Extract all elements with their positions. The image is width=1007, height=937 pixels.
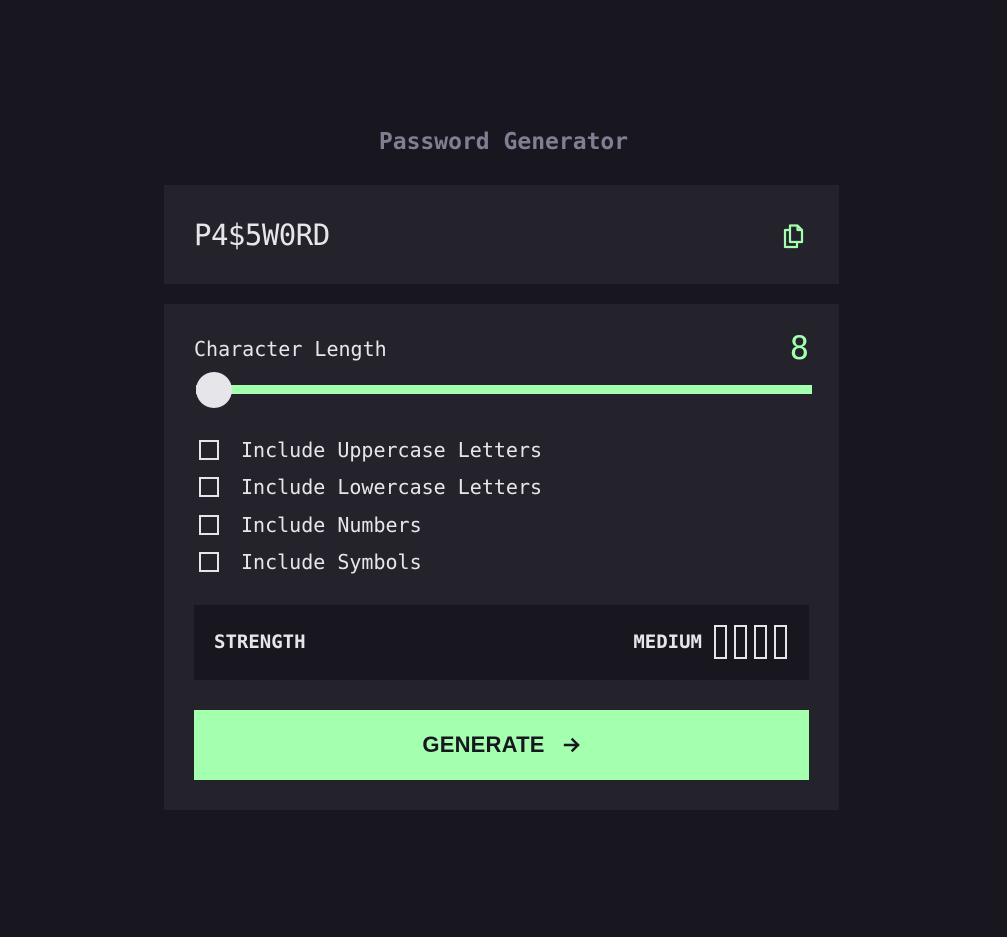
generate-button[interactable]: GENERATE <box>194 710 809 780</box>
copy-button[interactable] <box>779 218 811 252</box>
options-list: Include Uppercase Letters Include Lowerc… <box>199 431 542 581</box>
numbers-checkbox[interactable] <box>199 514 219 535</box>
character-length-value: 8 <box>789 329 809 367</box>
strength-meter: STRENGTH MEDIUM <box>194 605 809 680</box>
settings-panel: Character Length 8 Include Uppercase Let… <box>164 304 839 810</box>
option-label: Include Numbers <box>241 512 422 537</box>
slider-thumb[interactable] <box>196 372 232 408</box>
uppercase-checkbox[interactable] <box>199 439 219 460</box>
strength-bar <box>714 625 727 659</box>
option-symbols[interactable]: Include Symbols <box>199 544 542 582</box>
generate-label: GENERATE <box>422 732 545 757</box>
option-uppercase[interactable]: Include Uppercase Letters <box>199 431 542 469</box>
strength-bar <box>774 625 787 659</box>
page: Password Generator P4$5W0RD Character Le… <box>0 0 1007 937</box>
copy-icon <box>783 224 803 249</box>
app-title: Password Generator <box>378 129 629 155</box>
lowercase-checkbox[interactable] <box>199 477 219 498</box>
strength-bars <box>714 625 787 659</box>
symbols-checkbox[interactable] <box>199 552 219 573</box>
option-label: Include Uppercase Letters <box>241 437 543 462</box>
option-lowercase[interactable]: Include Lowercase Letters <box>199 469 542 507</box>
length-slider[interactable] <box>196 372 812 408</box>
password-text: P4$5W0RD <box>194 218 330 252</box>
strength-bar <box>754 625 767 659</box>
password-display: P4$5W0RD <box>164 185 839 284</box>
option-label: Include Symbols <box>241 550 422 575</box>
slider-track <box>196 385 812 394</box>
strength-bar <box>734 625 747 659</box>
strength-label: STRENGTH <box>214 631 306 653</box>
arrow-right-icon <box>563 737 580 753</box>
option-numbers[interactable]: Include Numbers <box>199 506 542 544</box>
character-length-label: Character Length <box>194 337 387 361</box>
option-label: Include Lowercase Letters <box>241 475 543 500</box>
strength-level: MEDIUM <box>633 631 702 653</box>
